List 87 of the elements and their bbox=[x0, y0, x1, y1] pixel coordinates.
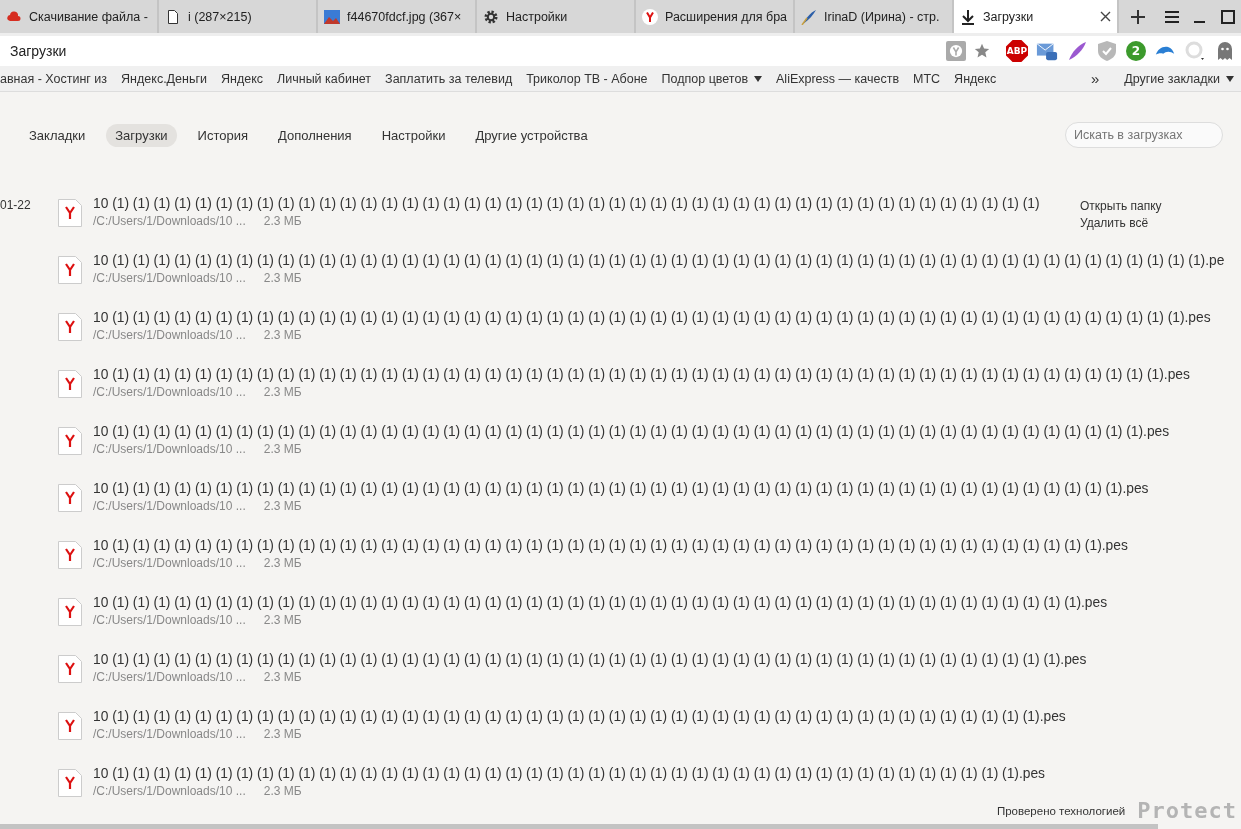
file-name[interactable]: 10 (1) (1) (1) (1) (1) (1) (1) (1) (1) (1) (1) (1) (1) (1) (1) (1) (1) (1) (1) (1) (1) (1) (1) (1) (1) (1) (1) (1) (1) (1) (1) (1) (1) (1) (1) (1) (1) (1) (1) (1) (1) (1) (1) (1) (1) (1) (1) (1).pes bbox=[93, 538, 1128, 553]
quill-icon bbox=[801, 8, 817, 25]
bookmark-link[interactable]: авная - Хостинг из bbox=[0, 71, 115, 86]
download-icon bbox=[960, 8, 976, 25]
file-icon[interactable] bbox=[57, 426, 83, 456]
nav-tab[interactable]: Дополнения bbox=[269, 123, 361, 147]
bookmark-link[interactable]: Заплатить за телевид bbox=[378, 71, 520, 86]
file-icon[interactable] bbox=[57, 255, 83, 285]
file-name[interactable]: 10 (1) (1) (1) (1) (1) (1) (1) (1) (1) (1) (1) (1) (1) (1) (1) (1) (1) (1) (1) (1) (1) (1) (1) (1) (1) (1) (1) (1) (1) (1) (1) (1) (1) (1) (1) (1) (1) (1) (1) (1) (1) (1) (1) (1) (1) bbox=[93, 196, 1040, 211]
nav-tab[interactable]: История bbox=[188, 123, 257, 147]
file-icon[interactable] bbox=[57, 483, 83, 513]
bookmark-link[interactable]: Яндекс.Деньги bbox=[114, 71, 214, 86]
file-size: 2.3 МБ bbox=[263, 784, 302, 798]
bookmark-folder[interactable]: Подпор цветов bbox=[654, 71, 770, 86]
file-icon[interactable] bbox=[57, 540, 83, 570]
file-name[interactable]: 10 (1) (1) (1) (1) (1) (1) (1) (1) (1) (1) (1) (1) (1) (1) (1) (1) (1) (1) (1) (1) (1) (1) (1) (1) (1) (1) (1) (1) (1) (1) (1) (1) (1) (1) (1) (1) (1) (1) (1) (1) (1) (1) (1) (1) (1) (1).pes bbox=[93, 652, 1087, 667]
file-path: /C:/Users/1/Downloads/10 ... bbox=[93, 556, 246, 570]
file-size: 2.3 МБ bbox=[263, 271, 302, 285]
file-size: 2.3 МБ bbox=[263, 499, 302, 513]
image-icon bbox=[324, 8, 340, 25]
gear-icon bbox=[483, 8, 499, 25]
protect-logo: Protect bbox=[1137, 798, 1237, 823]
browser-tab[interactable]: Загрузки bbox=[954, 0, 1119, 33]
more-bookmarks-button[interactable]: » bbox=[1090, 70, 1112, 87]
adblock-icon[interactable]: ABP bbox=[1006, 40, 1028, 62]
yandex-y-icon bbox=[642, 8, 658, 25]
page-icon bbox=[165, 8, 181, 25]
star-icon[interactable] bbox=[974, 43, 990, 59]
nav-tab[interactable]: Другие устройства bbox=[466, 123, 597, 147]
file-size: 2.3 МБ bbox=[263, 328, 302, 342]
footer-caption: Проверено технологией bbox=[996, 804, 1126, 817]
file-name[interactable]: 10 (1) (1) (1) (1) (1) (1) (1) (1) (1) (1) (1) (1) (1) (1) (1) (1) (1) (1) (1) (1) (1) (1) (1) (1) (1) (1) (1) (1) (1) (1) (1) (1) (1) (1) (1) (1) (1) (1) (1) (1) (1) (1) (1) (1) (1) (1) (1) (1) (1).pes bbox=[93, 481, 1149, 496]
file-name[interactable]: 10 (1) (1) (1) (1) (1) (1) (1) (1) (1) (1) (1) (1) (1) (1) (1) (1) (1) (1) (1) (1) (1) (1) (1) (1) (1) (1) (1) (1) (1) (1) (1) (1) (1) (1) (1) (1) (1) (1) (1) (1) (1) (1) (1) (1) (1) (1) (1) (1) (1) (1).pes bbox=[93, 424, 1170, 439]
file-size: 2.3 МБ bbox=[263, 727, 302, 741]
file-name[interactable]: 10 (1) (1) (1) (1) (1) (1) (1) (1) (1) (1) (1) (1) (1) (1) (1) (1) (1) (1) (1) (1) (1) (1) (1) (1) (1) (1) (1) (1) (1) (1) (1) (1) (1) (1) (1) (1) (1) (1) (1) (1) (1) (1) (1) (1) (1).pes bbox=[93, 709, 1066, 724]
bookmark-link[interactable]: AliExpress — качеств bbox=[769, 71, 907, 86]
nav-tab[interactable]: Загрузки bbox=[106, 123, 177, 147]
bookmark-link[interactable]: Триколор ТВ - Абоне bbox=[519, 71, 655, 86]
file-path: /C:/Users/1/Downloads/10 ... bbox=[93, 784, 246, 798]
bookmark-link[interactable]: Яндекс bbox=[947, 71, 1004, 86]
file-icon[interactable] bbox=[57, 654, 83, 684]
file-size: 2.3 МБ bbox=[263, 613, 302, 627]
file-icon[interactable] bbox=[57, 597, 83, 627]
file-icon[interactable] bbox=[57, 768, 83, 798]
file-icon[interactable] bbox=[57, 711, 83, 741]
counter-badge[interactable]: 2 bbox=[1126, 41, 1146, 61]
action-link[interactable]: Открыть папку bbox=[1080, 199, 1241, 213]
action-link[interactable]: Удалить всё bbox=[1080, 216, 1241, 230]
file-size: 2.3 МБ bbox=[263, 214, 302, 228]
file-icon[interactable] bbox=[57, 198, 83, 228]
file-path: /C:/Users/1/Downloads/10 ... bbox=[93, 442, 246, 456]
nav-tab[interactable]: Настройки bbox=[372, 123, 455, 147]
file-name[interactable]: 10 (1) (1) (1) (1) (1) (1) (1) (1) (1) (1) (1) (1) (1) (1) (1) (1) (1) (1) (1) (1) (1) (1) (1) (1) (1) (1) (1) (1) (1) (1) (1) (1) (1) (1) (1) (1) (1) (1) (1) (1) (1) (1) (1) (1) (1) (1) (1) (1) (1) (1) (1) (1) (1).pe bbox=[93, 253, 1225, 268]
file-icon[interactable] bbox=[57, 369, 83, 399]
bookmark-link[interactable]: Яндекс bbox=[214, 71, 271, 86]
plus-icon[interactable] bbox=[1131, 9, 1145, 24]
bookmark-folder[interactable]: Другие закладки bbox=[1117, 71, 1241, 86]
bookmark-link[interactable]: Личный кабинет bbox=[270, 71, 379, 86]
scrollbar[interactable] bbox=[0, 824, 1158, 829]
file-size: 2.3 МБ bbox=[263, 670, 302, 684]
file-path: /C:/Users/1/Downloads/10 ... bbox=[93, 499, 246, 513]
file-size: 2.3 МБ bbox=[263, 385, 302, 399]
file-path: /C:/Users/1/Downloads/10 ... bbox=[93, 670, 246, 684]
bookmark-link[interactable]: МТС bbox=[906, 71, 948, 86]
file-path: /C:/Users/1/Downloads/10 ... bbox=[93, 385, 246, 399]
maximize-icon[interactable] bbox=[1221, 9, 1235, 24]
file-name[interactable]: 10 (1) (1) (1) (1) (1) (1) (1) (1) (1) (1) (1) (1) (1) (1) (1) (1) (1) (1) (1) (1) (1) (1) (1) (1) (1) (1) (1) (1) (1) (1) (1) (1) (1) (1) (1) (1) (1) (1) (1) (1) (1) (1) (1) (1) (1) (1) (1) (1) (1) (1) (1).pes bbox=[93, 367, 1190, 382]
file-size: 2.3 МБ bbox=[263, 442, 302, 456]
file-name[interactable]: 10 (1) (1) (1) (1) (1) (1) (1) (1) (1) (1) (1) (1) (1) (1) (1) (1) (1) (1) (1) (1) (1) (1) (1) (1) (1) (1) (1) (1) (1) (1) (1) (1) (1) (1) (1) (1) (1) (1) (1) (1) (1) (1) (1) (1) (1) (1) (1) (1) (1) (1) (1) (1).pes bbox=[93, 310, 1211, 325]
mail-icon[interactable] bbox=[1036, 40, 1058, 62]
file-icon[interactable] bbox=[57, 312, 83, 342]
file-path: /C:/Users/1/Downloads/10 ... bbox=[93, 271, 246, 285]
file-path: /C:/Users/1/Downloads/10 ... bbox=[93, 214, 246, 228]
date-label: 01-22 bbox=[0, 197, 32, 212]
file-size: 2.3 МБ bbox=[263, 556, 302, 570]
search-field[interactable]: Искать в загрузках bbox=[1065, 122, 1223, 148]
file-path: /C:/Users/1/Downloads/10 ... bbox=[93, 328, 246, 342]
file-name[interactable]: 10 (1) (1) (1) (1) (1) (1) (1) (1) (1) (1) (1) (1) (1) (1) (1) (1) (1) (1) (1) (1) (1) (1) (1) (1) (1) (1) (1) (1) (1) (1) (1) (1) (1) (1) (1) (1) (1) (1) (1) (1) (1) (1) (1) (1) (1) (1) (1).pes bbox=[93, 595, 1108, 610]
caret-icon bbox=[754, 75, 763, 82]
menu-icon[interactable] bbox=[1165, 9, 1179, 24]
feather-icon[interactable] bbox=[1066, 40, 1088, 62]
file-path: /C:/Users/1/Downloads/10 ... bbox=[93, 613, 246, 627]
close-icon[interactable] bbox=[1100, 11, 1111, 22]
file-path: /C:/Users/1/Downloads/10 ... bbox=[93, 727, 246, 741]
caret-icon bbox=[1226, 75, 1234, 82]
file-name[interactable]: 10 (1) (1) (1) (1) (1) (1) (1) (1) (1) (1) (1) (1) (1) (1) (1) (1) (1) (1) (1) (1) (1) (1) (1) (1) (1) (1) (1) (1) (1) (1) (1) (1) (1) (1) (1) (1) (1) (1) (1) (1) (1) (1) (1) (1).pes bbox=[93, 766, 1046, 781]
nav-tab[interactable]: Закладки bbox=[20, 123, 95, 147]
